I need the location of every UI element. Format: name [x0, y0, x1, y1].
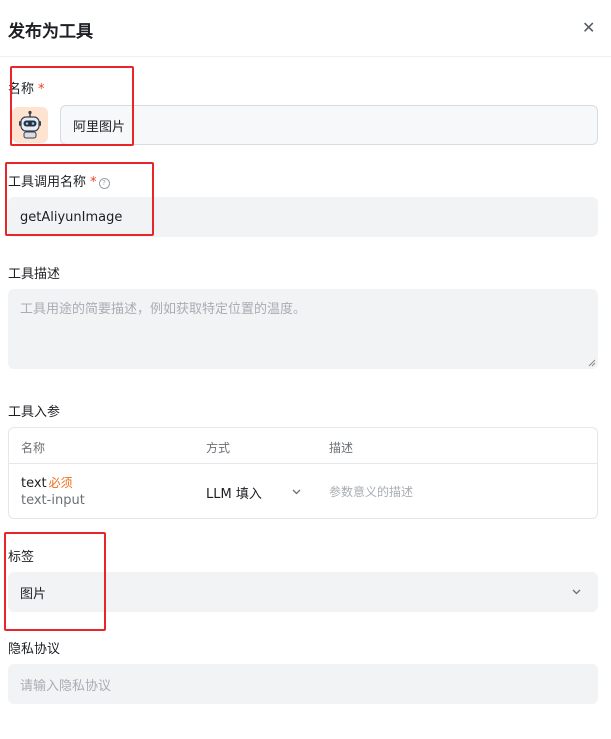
- tags-select-value: 图片: [20, 586, 47, 602]
- call-name-input-value: getAliyunImage: [20, 209, 123, 225]
- required-tag: 必须: [48, 476, 73, 490]
- dialog-header: 发布为工具 ✕: [0, 0, 611, 57]
- params-header-desc: 描述: [329, 441, 354, 455]
- chevron-down-icon[interactable]: [291, 486, 302, 497]
- privacy-placeholder: 请输入隐私协议: [20, 678, 112, 694]
- params-header-method: 方式: [206, 441, 231, 455]
- call-name-input[interactable]: getAliyunImage: [8, 197, 598, 237]
- resize-handle-icon[interactable]: [588, 359, 596, 367]
- param-type: text-input: [21, 493, 85, 508]
- param-name: text 必须: [21, 476, 73, 491]
- call-name-label: 工具调用名称 *?: [8, 171, 110, 190]
- privacy-input[interactable]: 请输入隐私协议: [8, 664, 598, 704]
- close-icon[interactable]: ✕: [582, 18, 595, 37]
- description-placeholder: 工具用途的简要描述，例如获取特定位置的温度。: [20, 302, 307, 317]
- name-input-value: 阿里图片: [73, 119, 126, 135]
- tags-label: 标签: [8, 550, 35, 565]
- tags-select[interactable]: 图片: [8, 572, 598, 612]
- help-circle-icon[interactable]: ?: [98, 178, 110, 189]
- robot-avatar-icon[interactable]: [12, 107, 48, 143]
- param-method-select[interactable]: LLM 填入: [206, 483, 262, 502]
- name-label: 名称 *: [8, 82, 45, 97]
- privacy-label: 隐私协议: [8, 642, 61, 657]
- name-input[interactable]: 阿里图片: [60, 105, 598, 145]
- param-method-value: LLM 填入: [206, 487, 262, 502]
- params-label: 工具入参: [8, 405, 61, 420]
- chevron-down-icon[interactable]: [571, 586, 582, 597]
- param-desc-input[interactable]: 参数意义的描述: [329, 483, 413, 500]
- params-header-divider: [9, 463, 597, 464]
- description-textarea[interactable]: 工具用途的简要描述，例如获取特定位置的温度。: [8, 289, 598, 369]
- dialog-title: 发布为工具: [8, 22, 93, 42]
- required-mark: *: [90, 175, 97, 190]
- description-label: 工具描述: [8, 267, 61, 282]
- params-table: 名称 方式 描述 text 必须 text-input LLM 填入 参数意义的描…: [8, 427, 598, 519]
- params-header-name: 名称: [21, 441, 46, 455]
- required-mark: *: [38, 82, 45, 97]
